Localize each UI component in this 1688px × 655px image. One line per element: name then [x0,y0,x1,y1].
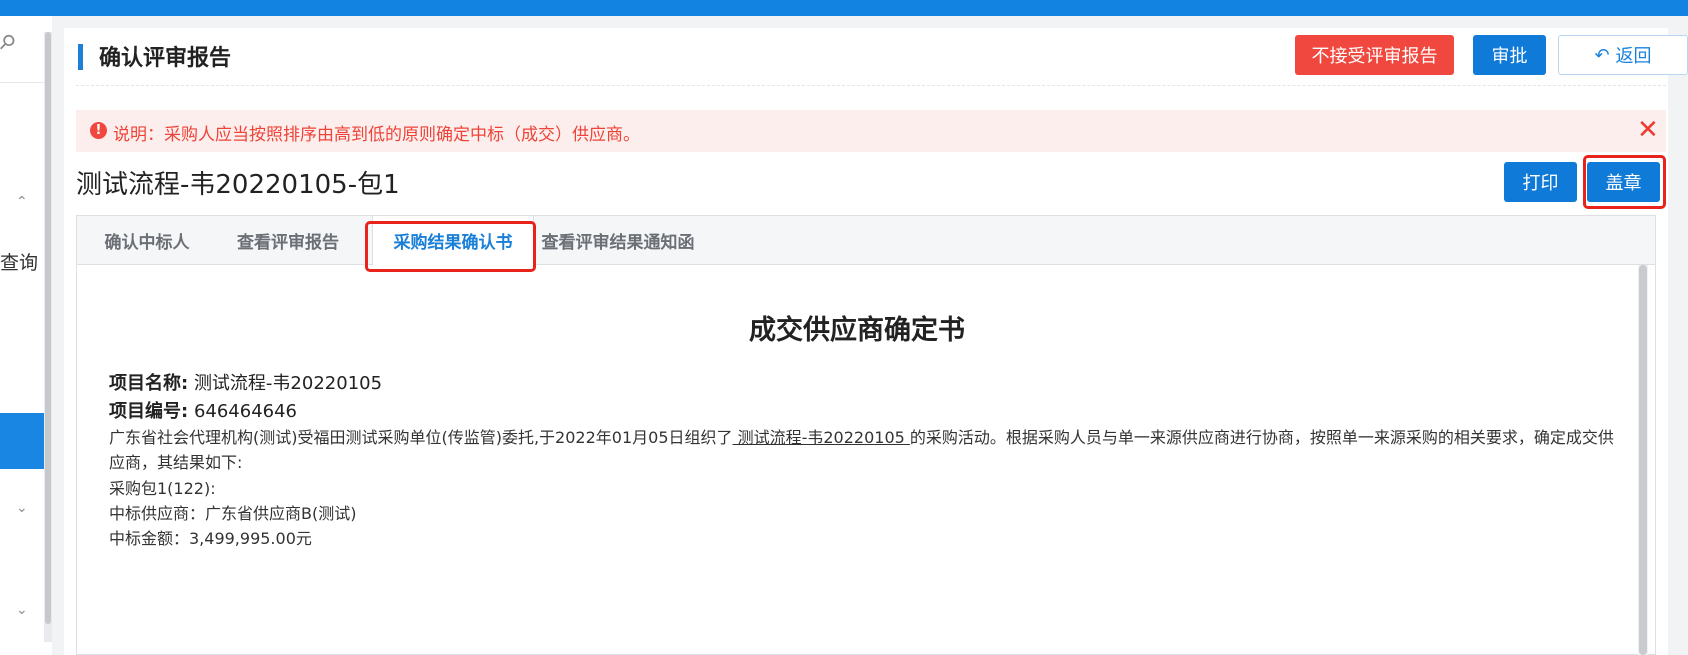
document-title: 成交供应商确定书 [749,315,965,346]
project-number-label: 项目编号: [109,401,189,422]
page-title: 确认评审报告 [99,46,232,71]
tab-bar: 确认中标人 查看评审报告 采购结果确认书 查看评审结果通知函 [77,216,1655,272]
tab-view-review-report[interactable]: 查看评审报告 [217,216,359,264]
print-button[interactable]: 打印 [1504,162,1577,202]
package-line: 采购包1(122): [109,479,216,498]
header-divider [76,85,1666,86]
sidebar-divider [0,82,44,83]
winning-supplier-line: 中标供应商：广东省供应商B(测试) [109,504,357,523]
top-bar [0,0,1688,16]
sidebar-item-query-label[interactable]: 查询 [0,248,38,275]
main-card: 确认评审报告 不接受评审报告 审批 ↶ 返回 ! 说明：采购人应当按照排序由高到… [64,28,1688,655]
sidebar-scrollbar-thumb[interactable] [45,32,51,624]
project-name-value: 测试流程-韦20220105 [193,373,383,394]
sidebar-scrollbar[interactable] [44,32,52,642]
back-button-label: 返回 [1615,46,1652,67]
project-number-value: 646464646 [193,401,298,422]
reject-report-button[interactable]: 不接受评审报告 [1295,35,1454,75]
title-accent-bar [78,44,83,70]
document-content: 成交供应商确定书 项目名称: 测试流程-韦20220105 项目编号: 6464… [77,265,1637,655]
pin-icon[interactable]: ⚲ [0,28,21,55]
alert-text: 说明：采购人应当按照排序由高到低的原则确定中标（成交）供应商。 [113,125,640,145]
back-button[interactable]: ↶ 返回 [1558,35,1688,75]
approve-button[interactable]: 审批 [1473,35,1546,75]
seal-button-highlight [1583,155,1666,209]
sidebar: ⚲ ⌃ 查询 ⌄ ⌄ [0,16,52,655]
content-scrollbar[interactable] [1638,265,1648,655]
tab-panel: 确认中标人 查看评审报告 采购结果确认书 查看评审结果通知函 成交供应商确定书 … [76,215,1656,655]
document-body: 广东省社会代理机构(测试)受福田测试采购单位(传监管)委托,于2022年01月0… [109,425,1619,475]
chevron-up-icon[interactable]: ⌃ [16,194,28,210]
tab-confirm-winner[interactable]: 确认中标人 [77,216,217,264]
winning-amount-line: 中标金额：3,499,995.00元 [109,529,312,548]
project-title: 测试流程-韦20220105-包1 [76,170,400,200]
project-number-field: 项目编号: 646464646 [109,397,297,423]
project-name-label: 项目名称: [109,373,189,394]
tab-view-result-notice[interactable]: 查看评审结果通知函 [532,216,704,264]
exclamation-icon: ! [90,122,107,139]
chevron-down-icon-2[interactable]: ⌄ [16,602,28,618]
close-icon[interactable]: ✕ [1637,115,1659,145]
sidebar-active-item[interactable] [0,413,44,469]
undo-icon: ↶ [1594,44,1610,66]
project-name-field: 项目名称: 测试流程-韦20220105 [109,369,382,395]
notice-alert: ! 说明：采购人应当按照排序由高到低的原则确定中标（成交）供应商。 ✕ [76,110,1666,152]
body-prefix: 广东省社会代理机构(测试)受福田测试采购单位(传监管)委托,于2022年01月0… [109,428,733,447]
body-project-name: 测试流程-韦20220105 [732,428,910,447]
chevron-down-icon[interactable]: ⌄ [16,500,28,516]
content-scrollbar-thumb[interactable] [1639,265,1647,655]
